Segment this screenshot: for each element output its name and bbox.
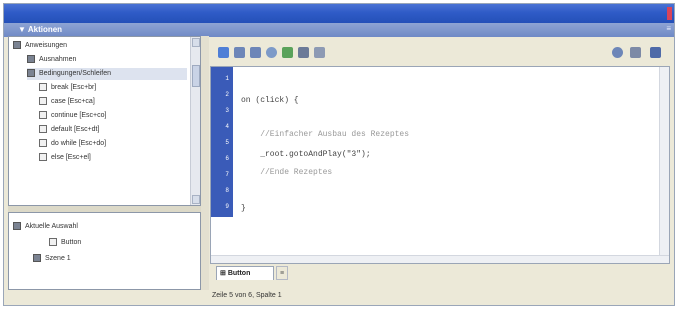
book-icon (13, 41, 21, 50)
statement-icon (39, 97, 47, 106)
line-number: 1 (225, 75, 229, 82)
code-line: //Ende Rezeptes (241, 168, 333, 177)
actions-toolbox-tree: Anweisungen Ausnahmen Bedingungen/Schlei… (8, 36, 201, 206)
book-icon (27, 69, 35, 78)
tree-scrollbar[interactable] (190, 37, 200, 205)
add-action-icon[interactable] (218, 47, 229, 58)
status-bar: Zeile 5 von 6, Spalte 1 (212, 292, 282, 299)
selection-icon (13, 222, 21, 231)
line-number: 2 (225, 91, 229, 98)
book-icon (27, 55, 35, 64)
script-navigator: Aktuelle Auswahl Button Szene 1 (8, 212, 201, 290)
line-number: 7 (225, 171, 229, 178)
tree-item-label: else [Esc+el] (51, 154, 91, 161)
replace-icon[interactable] (250, 47, 261, 58)
pin-icon: ⊞ (220, 270, 228, 277)
tree-item-do-while[interactable]: do while [Esc+do] (39, 138, 106, 150)
scene-icon (33, 254, 41, 263)
tab-label: Button (227, 270, 251, 277)
statement-icon (39, 83, 47, 92)
line-number: 3 (225, 107, 229, 114)
tree-item-bedingungen[interactable]: Bedingungen/Schleifen (27, 68, 187, 80)
panel-header[interactable]: ▼ Aktionen ≡ (4, 23, 674, 37)
editor-horizontal-scrollbar[interactable] (211, 255, 669, 263)
line-number: 4 (225, 123, 229, 130)
tree-item-continue[interactable]: continue [Esc+co] (39, 110, 106, 122)
tab-other[interactable]: ≡ (276, 266, 288, 280)
view-options-icon[interactable] (630, 47, 641, 58)
tree-item-anweisungen[interactable]: Anweisungen (13, 40, 67, 52)
check-syntax-icon[interactable] (282, 47, 293, 58)
vertical-splitter[interactable] (201, 36, 209, 290)
tree-item-ausnahmen[interactable]: Ausnahmen (27, 54, 76, 66)
editor-scrollbar[interactable] (659, 67, 669, 263)
tree-item-label: do while [Esc+do] (51, 140, 107, 147)
nav-item-current-selection[interactable]: Aktuelle Auswahl (13, 221, 78, 233)
tree-item-label: Ausnahmen (39, 56, 77, 63)
panel-title: ▼ Aktionen (18, 25, 63, 34)
nav-item-label: Button (61, 239, 82, 246)
tree-item-break[interactable]: break [Esc+br] (39, 82, 96, 94)
line-number: 8 (225, 187, 229, 194)
tree-item-default[interactable]: default [Esc+dt] (39, 124, 99, 136)
line-number: 6 (225, 155, 229, 162)
line-number: 5 (225, 139, 229, 146)
line-number: 9 (225, 203, 229, 210)
code-line: on (click) { (241, 96, 299, 105)
scroll-up-icon[interactable] (192, 38, 200, 47)
tree-item-case[interactable]: case [Esc+ca] (39, 96, 95, 108)
scroll-down-icon[interactable] (192, 195, 200, 204)
tree-item-label: default [Esc+dt] (51, 126, 100, 133)
help-icon[interactable] (650, 47, 661, 58)
nav-item-label: Szene 1 (45, 255, 71, 262)
tree-item-label: Anweisungen (25, 42, 68, 49)
code-line: //Einfacher Ausbau des Rezeptes (241, 130, 410, 139)
panel-options-icon[interactable]: ≡ (666, 24, 671, 33)
line-number-gutter: 1 2 3 4 5 6 7 8 9 (211, 67, 233, 217)
tree-item-label: Bedingungen/Schleifen (39, 70, 112, 77)
tree-item-else[interactable]: else [Esc+el] (39, 152, 91, 164)
title-bar[interactable] (4, 4, 674, 23)
scroll-thumb[interactable] (192, 65, 200, 87)
debug-icon[interactable] (612, 47, 623, 58)
tree-item-label: break [Esc+br] (51, 84, 97, 91)
code-line: _root.gotoAndPlay("3"); (241, 150, 371, 159)
target-icon[interactable] (266, 47, 277, 58)
statement-icon (39, 111, 47, 120)
button-icon (49, 238, 57, 247)
code-hint-icon[interactable] (314, 47, 325, 58)
code-line: } (241, 204, 246, 213)
script-tabs: ⊞ Button ≡ (210, 266, 670, 280)
statement-icon (39, 139, 47, 148)
nav-item-button[interactable]: Button (49, 237, 81, 249)
statement-icon (39, 125, 47, 134)
tree-item-label: continue [Esc+co] (51, 112, 107, 119)
nav-item-scene-1[interactable]: Szene 1 (33, 253, 71, 265)
script-toolbar (210, 44, 670, 64)
auto-format-icon[interactable] (298, 47, 309, 58)
close-icon[interactable] (667, 7, 672, 20)
nav-item-label: Aktuelle Auswahl (25, 223, 78, 230)
script-editor[interactable]: 1 2 3 4 5 6 7 8 9 on (click) { //Einfach… (210, 66, 670, 264)
tree-item-label: case [Esc+ca] (51, 98, 95, 105)
find-icon[interactable] (234, 47, 245, 58)
statement-icon (39, 153, 47, 162)
tab-button[interactable]: ⊞ Button (216, 266, 274, 280)
